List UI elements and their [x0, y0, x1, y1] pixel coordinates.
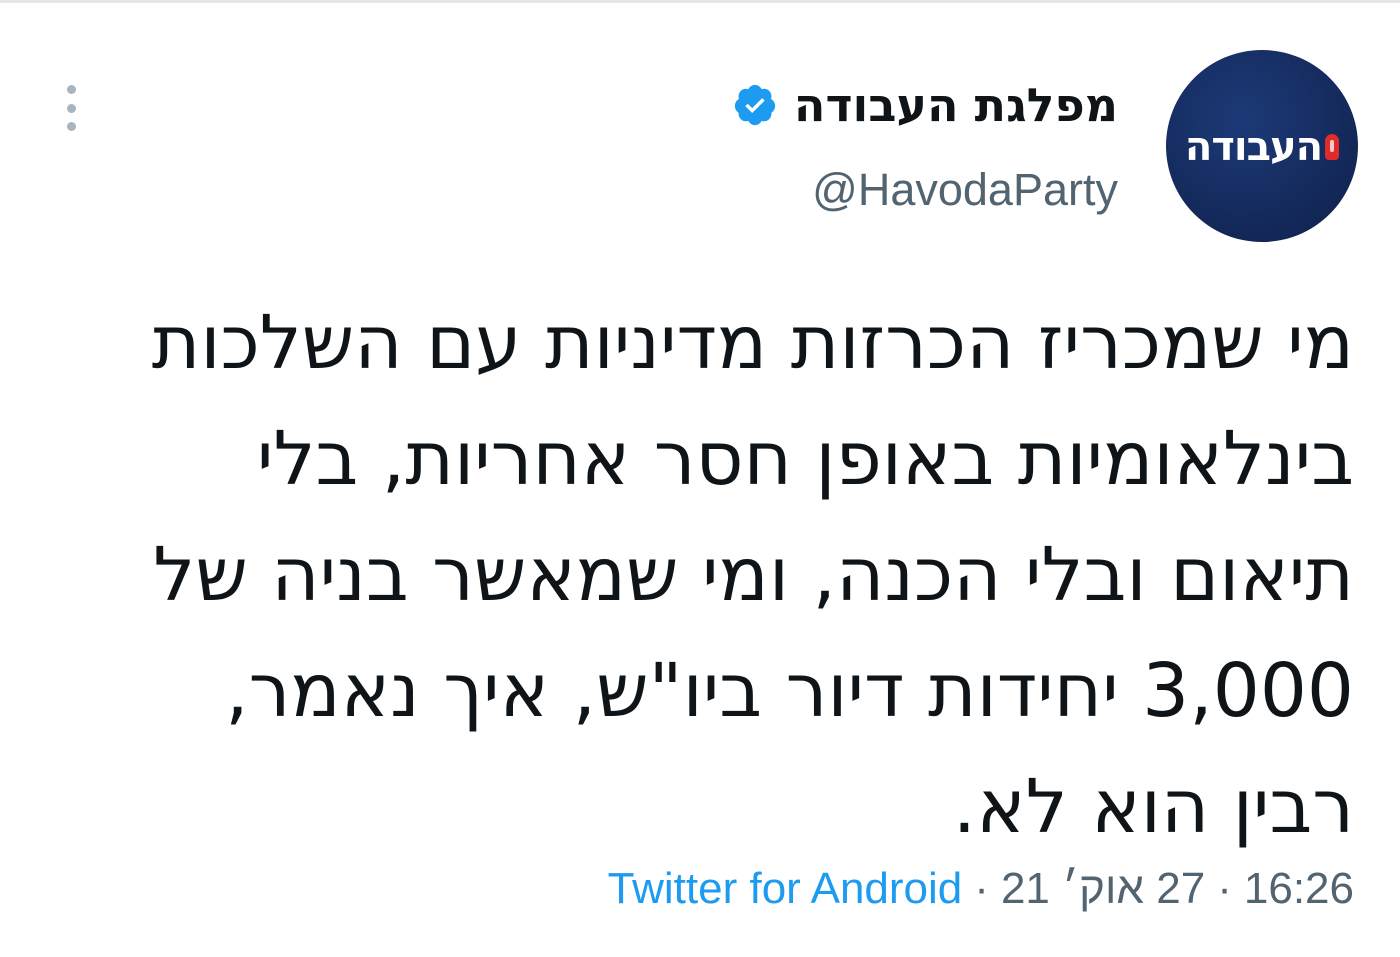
meta-separator: · — [1217, 864, 1232, 913]
dot — [66, 85, 76, 94]
author-name-row[interactable]: מפלגת העבודה — [732, 79, 1118, 131]
more-options-icon[interactable] — [62, 85, 80, 131]
avatar-logo: העבודה — [1184, 124, 1340, 170]
dot — [66, 103, 76, 113]
tweet-date[interactable]: 27 אוק׳ 21 — [1001, 861, 1205, 917]
meta-separator: · — [974, 864, 989, 913]
rose-icon — [1325, 134, 1340, 160]
tweet-card: העבודה מפלגת העבודה @HavodaParty מי שמכר… — [0, 0, 1400, 957]
author-handle[interactable]: @HavodaParty — [812, 163, 1118, 217]
dot — [66, 122, 76, 131]
tweet-time[interactable]: 16:26 — [1244, 861, 1354, 917]
author-display-name[interactable]: מפלגת העבודה — [794, 79, 1118, 131]
avatar-logo-text: העבודה — [1184, 124, 1323, 170]
tweet-source-link[interactable]: Twitter for Android — [608, 861, 963, 917]
tweet-text: מי שמכריז הכרזות מדיניות עם השלכות בינלא… — [151, 300, 1354, 850]
verified-badge-icon — [734, 84, 776, 126]
tweet-meta: Twitter for Android · 27 אוק׳ 21 · 16:26 — [608, 861, 1354, 917]
avatar[interactable]: העבודה — [1166, 50, 1358, 242]
